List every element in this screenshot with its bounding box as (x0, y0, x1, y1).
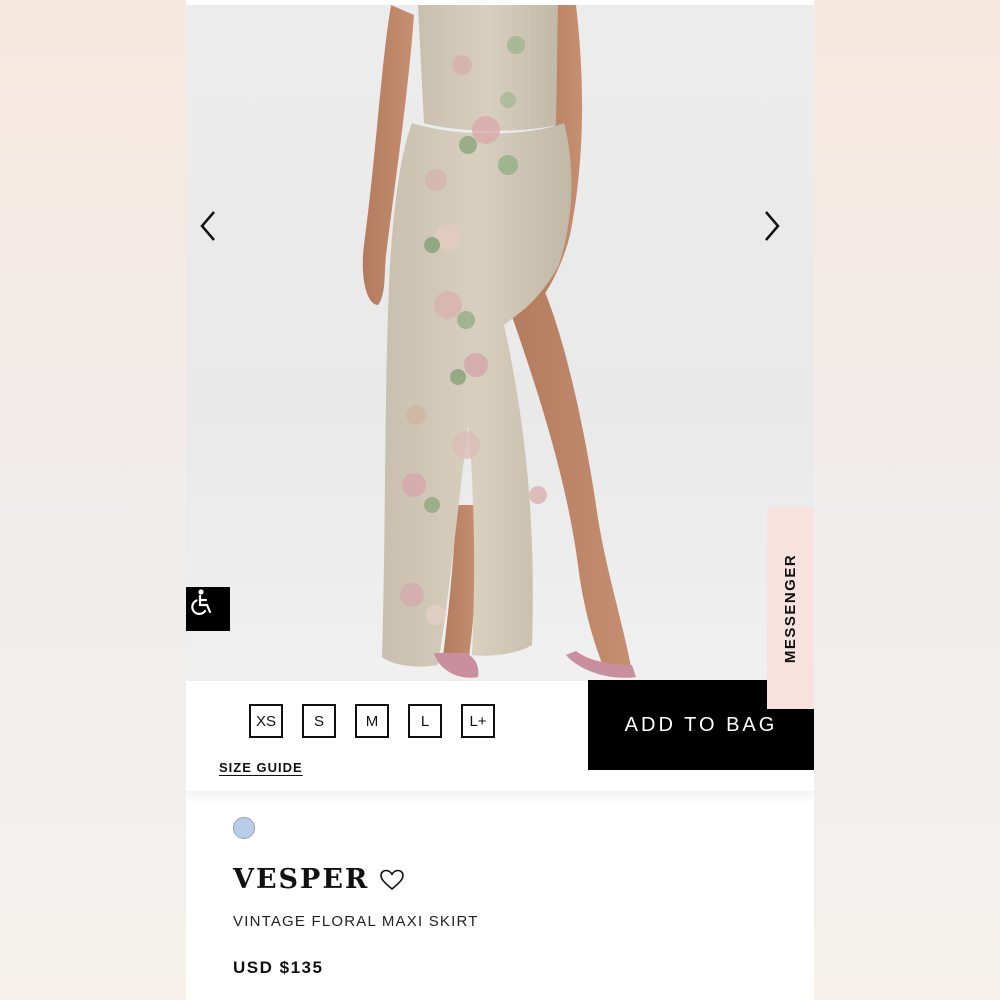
chevron-right-icon (765, 211, 780, 241)
chevron-left-icon (200, 211, 215, 241)
size-options: XS S M L L+ (249, 704, 495, 738)
product-page: MESSENGER XS S M L L+ SIZE GUIDE ADD TO … (186, 0, 814, 1000)
heart-icon[interactable] (379, 868, 405, 892)
product-subtitle: VINTAGE FLORAL MAXI SKIRT (233, 913, 479, 930)
background-right (814, 0, 1000, 1000)
size-option-l-plus[interactable]: L+ (461, 704, 495, 738)
product-price: USD $135 (233, 958, 324, 977)
background-left (0, 0, 186, 1000)
product-title: VESPER (233, 864, 370, 895)
accessibility-button[interactable] (186, 587, 230, 631)
product-image (186, 5, 814, 681)
next-image-button[interactable] (762, 210, 802, 254)
size-option-l[interactable]: L (408, 704, 442, 738)
title-row: VESPER (233, 864, 405, 895)
size-option-xs[interactable]: XS (249, 704, 283, 738)
size-option-s[interactable]: S (302, 704, 336, 738)
wheelchair-icon (191, 589, 212, 615)
messenger-tab[interactable]: MESSENGER (767, 507, 814, 709)
size-option-m[interactable]: M (355, 704, 389, 738)
previous-image-button[interactable] (198, 210, 238, 254)
color-swatch[interactable] (233, 817, 255, 839)
model-photo (362, 5, 636, 678)
messenger-label: MESSENGER (782, 553, 800, 663)
size-guide-link[interactable]: SIZE GUIDE (219, 760, 303, 775)
